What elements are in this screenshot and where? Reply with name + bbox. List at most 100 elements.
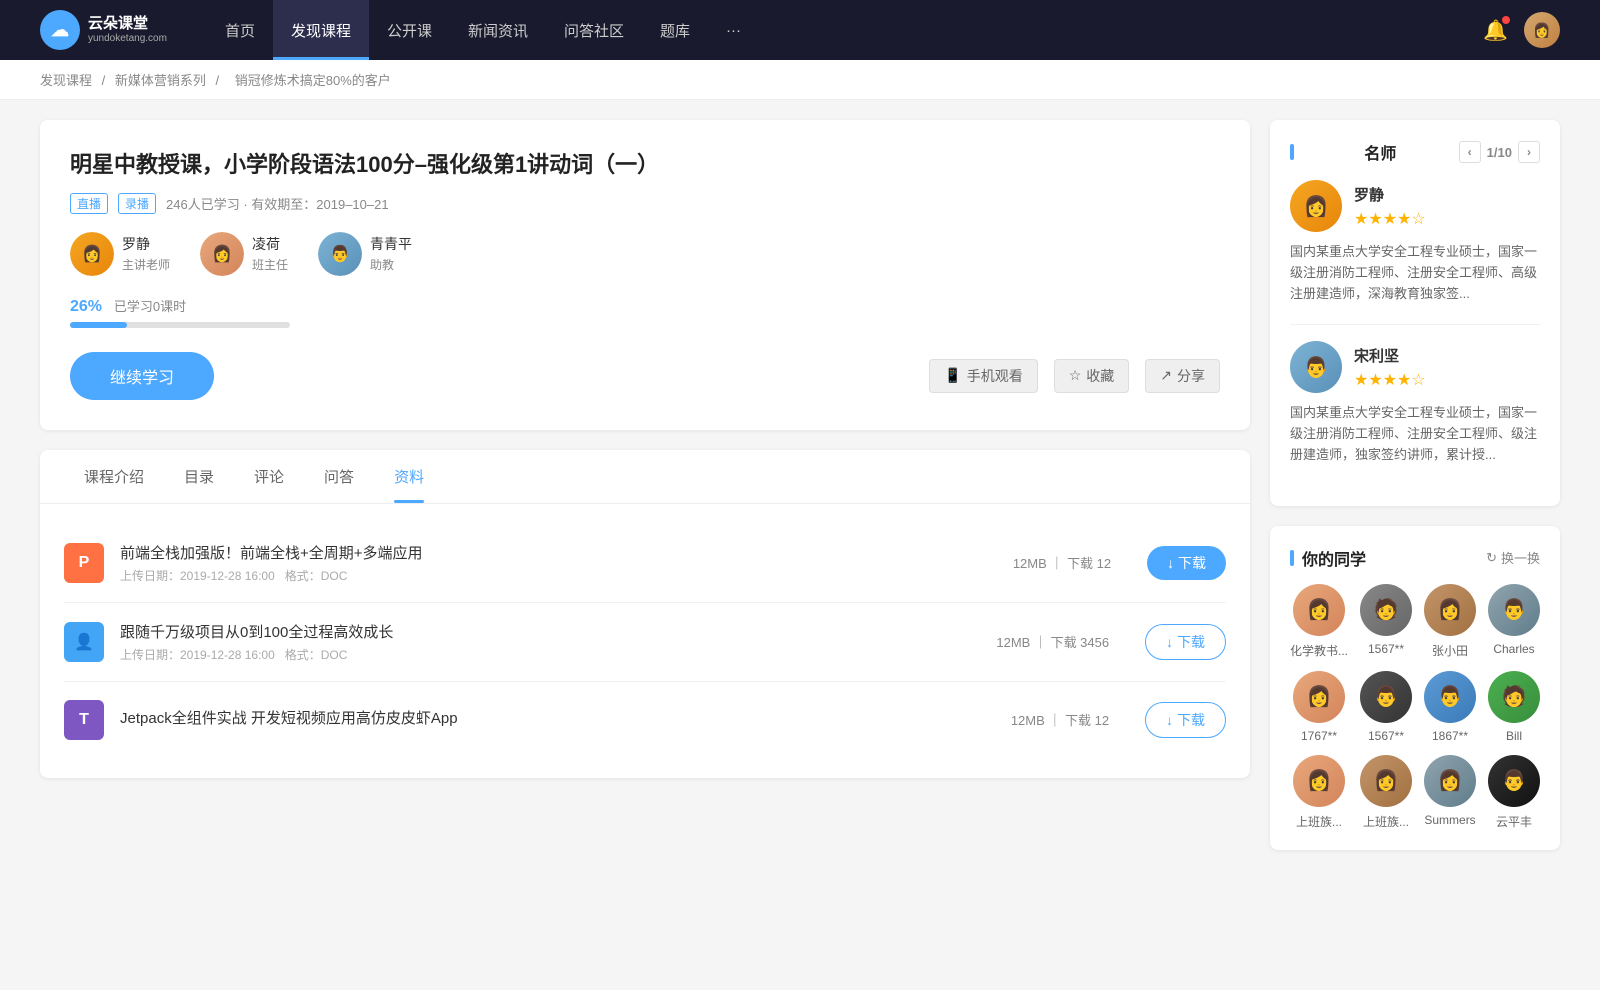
nav-open[interactable]: 公开课 bbox=[369, 0, 450, 60]
nav-qa[interactable]: 问答社区 bbox=[546, 0, 642, 60]
students-header: 你的同学 ↻ 换一换 bbox=[1290, 546, 1540, 570]
teachers-card: 名师 ‹ 1/10 › 👩 罗静 ★★★★☆ 国内某重点大学安全工程专业硕士，国… bbox=[1270, 120, 1560, 506]
course-meta: 直播 录播 246人已学习 · 有效期至：2019–10–21 bbox=[70, 193, 1220, 214]
students-grid: 👩 化学教书... 🧑 1567** 👩 张小田 👨 Charles 👩 bbox=[1290, 584, 1540, 830]
resource-item-3: T Jetpack全组件实战 开发短视频应用高仿皮皮虾App 12MB ｜ 下载… bbox=[64, 682, 1226, 758]
sidebar-teacher-1: 👩 罗静 ★★★★☆ 国内某重点大学安全工程专业硕士，国家一级注册消防工程师、注… bbox=[1290, 180, 1540, 304]
phone-watch-button[interactable]: 📱 手机观看 bbox=[929, 359, 1037, 393]
breadcrumb-series[interactable]: 新媒体营销系列 bbox=[115, 73, 206, 88]
resource-icon-2: 👤 bbox=[64, 622, 104, 662]
resource-item-2: 👤 跟随千万级项目从0到100全过程高效成长 上传日期：2019-12-28 1… bbox=[64, 603, 1226, 682]
teacher-1-name: 罗静 bbox=[122, 234, 170, 254]
bell-icon[interactable]: 🔔 bbox=[1483, 18, 1508, 43]
student-6: 👨 1567** bbox=[1360, 671, 1412, 743]
course-meta-text: 246人已学习 · 有效期至：2019–10–21 bbox=[166, 194, 389, 213]
main-nav: 首页 发现课程 公开课 新闻资讯 问答社区 题库 ··· bbox=[207, 0, 759, 60]
student-3: 👩 张小田 bbox=[1424, 584, 1476, 659]
sidebar-teacher-2-avatar: 👨 bbox=[1290, 341, 1342, 393]
divider bbox=[1290, 324, 1540, 325]
student-2-avatar: 🧑 bbox=[1360, 584, 1412, 636]
progress-bar-fill bbox=[70, 322, 127, 328]
teacher-2: 👩 凌荷 班主任 bbox=[200, 232, 288, 276]
teacher-1-avatar: 👩 bbox=[70, 232, 114, 276]
student-8-name: Bill bbox=[1506, 729, 1522, 743]
student-8: 🧑 Bill bbox=[1488, 671, 1540, 743]
students-title: 你的同学 bbox=[1290, 546, 1366, 570]
student-10-name: 上班族... bbox=[1363, 813, 1409, 830]
next-page-btn[interactable]: › bbox=[1518, 141, 1540, 163]
resource-title-2: 跟随千万级项目从0到100全过程高效成长 bbox=[120, 621, 980, 642]
nav-home[interactable]: 首页 bbox=[207, 0, 273, 60]
resource-info-2: 跟随千万级项目从0到100全过程高效成长 上传日期：2019-12-28 16:… bbox=[120, 621, 980, 663]
download-btn-2[interactable]: ↓ 下载 bbox=[1145, 624, 1226, 660]
teacher-3-role: 助教 bbox=[370, 256, 412, 273]
teachers-pagination: ‹ 1/10 › bbox=[1459, 141, 1540, 163]
tab-qa[interactable]: 问答 bbox=[304, 450, 374, 503]
user-avatar[interactable]: 👩 bbox=[1524, 12, 1560, 48]
progress-bar-bg bbox=[70, 322, 290, 328]
student-1-name: 化学教书... bbox=[1290, 642, 1348, 659]
share-button[interactable]: ↗ 分享 bbox=[1145, 359, 1220, 393]
sidebar-teacher-2-stars: ★★★★☆ bbox=[1354, 370, 1426, 390]
sidebar-teacher-1-desc: 国内某重点大学安全工程专业硕士，国家一级注册消防工程师、注册安全工程师、高级注册… bbox=[1290, 242, 1540, 304]
resource-stats-2: 12MB ｜ 下载 3456 bbox=[996, 632, 1109, 651]
student-7-avatar: 👨 bbox=[1424, 671, 1476, 723]
student-2: 🧑 1567** bbox=[1360, 584, 1412, 659]
sidebar-teacher-1-stars: ★★★★☆ bbox=[1354, 209, 1426, 229]
student-11: 👩 Summers bbox=[1424, 755, 1476, 830]
prev-page-btn[interactable]: ‹ bbox=[1459, 141, 1481, 163]
tabs-card: 课程介绍 目录 评论 问答 资料 P 前端全栈加强版！前端全栈+全周期+多端应用… bbox=[40, 450, 1250, 778]
refresh-button[interactable]: ↻ 换一换 bbox=[1486, 548, 1540, 567]
logo-text: 云朵课堂 yundoketang.com bbox=[88, 15, 167, 45]
nav-news[interactable]: 新闻资讯 bbox=[450, 0, 546, 60]
sidebar-teacher-1-avatar: 👩 bbox=[1290, 180, 1342, 232]
breadcrumb: 发现课程 / 新媒体营销系列 / 销冠修炼术搞定80%的客户 bbox=[0, 60, 1600, 100]
resource-meta-2: 上传日期：2019-12-28 16:00 格式：DOC bbox=[120, 646, 980, 663]
nav-more[interactable]: ··· bbox=[708, 0, 759, 60]
nav-quiz[interactable]: 题库 bbox=[642, 0, 708, 60]
progress-sub: 已学习0课时 bbox=[114, 299, 186, 314]
tab-catalog[interactable]: 目录 bbox=[164, 450, 234, 503]
teacher-2-avatar: 👩 bbox=[200, 232, 244, 276]
student-9: 👩 上班族... bbox=[1290, 755, 1348, 830]
tag-live: 直播 bbox=[70, 193, 108, 214]
student-3-name: 张小田 bbox=[1432, 642, 1468, 659]
resource-title-3: Jetpack全组件实战 开发短视频应用高仿皮皮虾App bbox=[120, 707, 995, 728]
students-card: 你的同学 ↻ 换一换 👩 化学教书... 🧑 1567** 👩 张小田 bbox=[1270, 526, 1560, 850]
download-btn-3[interactable]: ↓ 下载 bbox=[1145, 702, 1226, 738]
student-10-avatar: 👩 bbox=[1360, 755, 1412, 807]
breadcrumb-discover[interactable]: 发现课程 bbox=[40, 73, 92, 88]
tab-content-resource: P 前端全栈加强版！前端全栈+全周期+多端应用 上传日期：2019-12-28 … bbox=[40, 504, 1250, 778]
nav-discover[interactable]: 发现课程 bbox=[273, 0, 369, 60]
teachers-section-title: 名师 ‹ 1/10 › bbox=[1290, 140, 1540, 164]
tab-intro[interactable]: 课程介绍 bbox=[64, 450, 164, 503]
teacher-3-avatar: 👨 bbox=[318, 232, 362, 276]
action-btns: 📱 手机观看 ☆ 收藏 ↗ 分享 bbox=[929, 359, 1220, 393]
teacher-1: 👩 罗静 主讲老师 bbox=[70, 232, 170, 276]
student-12-name: 云平丰 bbox=[1496, 813, 1532, 830]
student-11-name: Summers bbox=[1424, 813, 1475, 827]
student-6-avatar: 👨 bbox=[1360, 671, 1412, 723]
collect-button[interactable]: ☆ 收藏 bbox=[1054, 359, 1130, 393]
student-6-name: 1567** bbox=[1368, 729, 1404, 743]
main-layout: 明星中教授课，小学阶段语法100分–强化级第1讲动词（一） 直播 录播 246人… bbox=[0, 100, 1600, 890]
tab-resource[interactable]: 资料 bbox=[374, 450, 444, 503]
student-11-avatar: 👩 bbox=[1424, 755, 1476, 807]
continue-button[interactable]: 继续学习 bbox=[70, 352, 214, 400]
student-3-avatar: 👩 bbox=[1424, 584, 1476, 636]
resource-stats-3: 12MB ｜ 下载 12 bbox=[1011, 710, 1109, 729]
sidebar-teacher-2-name: 宋利坚 bbox=[1354, 345, 1426, 366]
student-5-name: 1767** bbox=[1301, 729, 1337, 743]
resource-meta-1: 上传日期：2019-12-28 16:00 格式：DOC bbox=[120, 567, 997, 584]
student-9-avatar: 👩 bbox=[1293, 755, 1345, 807]
student-5-avatar: 👩 bbox=[1293, 671, 1345, 723]
download-btn-1[interactable]: ↓ 下载 bbox=[1147, 546, 1226, 580]
resource-icon-3: T bbox=[64, 700, 104, 740]
logo[interactable]: ☁ 云朵课堂 yundoketang.com bbox=[40, 10, 167, 50]
student-7-name: 1867** bbox=[1432, 729, 1468, 743]
tag-record: 录播 bbox=[118, 193, 156, 214]
student-12-avatar: 👨 bbox=[1488, 755, 1540, 807]
progress-label: 26% bbox=[70, 298, 102, 315]
resource-item-1: P 前端全栈加强版！前端全栈+全周期+多端应用 上传日期：2019-12-28 … bbox=[64, 524, 1226, 603]
tab-review[interactable]: 评论 bbox=[234, 450, 304, 503]
